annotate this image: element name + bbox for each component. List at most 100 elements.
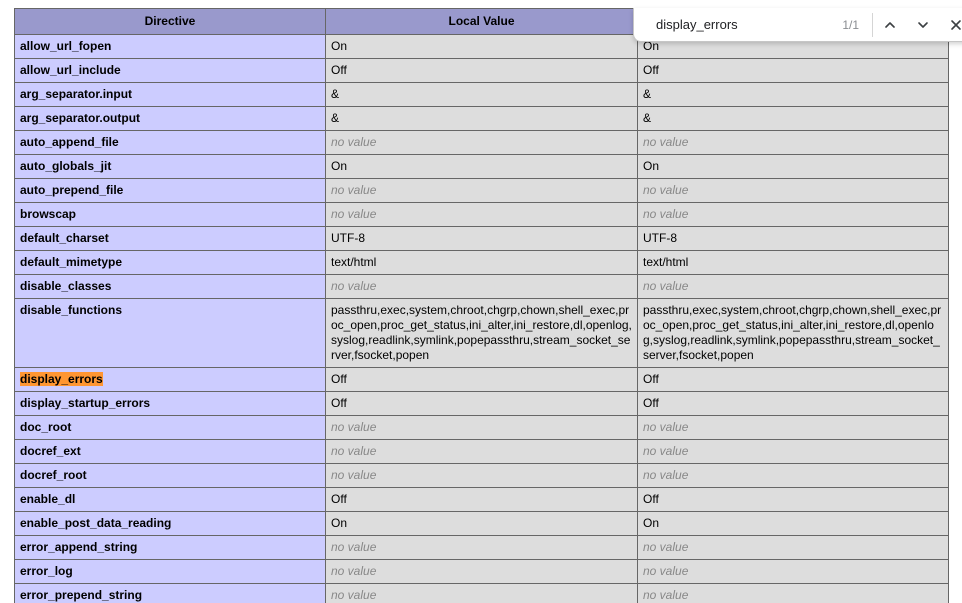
master-value-cell: passthru,exec,system,chroot,chgrp,chown,… (637, 298, 949, 368)
table-row: allow_url_include Off Off (14, 58, 949, 83)
directive-cell: doc_root (14, 415, 326, 440)
find-input[interactable]: display_errors (656, 17, 842, 32)
master-value-cell: Off (637, 58, 949, 83)
table-row: docref_ext no value no value (14, 439, 949, 464)
directive-cell: enable_post_data_reading (14, 511, 326, 536)
table-row: display_errors Off Off (14, 367, 949, 392)
local-value-cell: UTF-8 (325, 226, 638, 251)
directive-cell: error_append_string (14, 535, 326, 560)
master-value-cell: On (637, 511, 949, 536)
local-value-cell: passthru,exec,system,chroot,chgrp,chown,… (325, 298, 638, 368)
table-row: default_mimetype text/html text/html (14, 250, 949, 275)
master-value-cell: no value (637, 535, 949, 560)
column-header-local-value: Local Value (325, 8, 638, 35)
php-directives-table: Directive Local Value allow_url_fopen On O… (14, 8, 949, 603)
directive-cell: arg_separator.input (14, 82, 326, 107)
active-find-match: display_errors (20, 372, 103, 386)
directive-cell: error_prepend_string (14, 583, 326, 603)
local-value-cell: no value (325, 415, 638, 440)
directive-cell: allow_url_include (14, 58, 326, 83)
table-row: docref_root no value no value (14, 463, 949, 488)
find-previous-button[interactable] (873, 8, 906, 42)
find-close-button[interactable] (939, 8, 962, 42)
table-row: disable_functions passthru,exec,system,ch… (14, 298, 949, 368)
directive-cell: enable_dl (14, 487, 326, 512)
chevron-up-icon (883, 18, 897, 32)
directive-cell: allow_url_fopen (14, 34, 326, 59)
find-next-button[interactable] (906, 8, 939, 42)
local-value-cell: Off (325, 367, 638, 392)
table-row: default_charset UTF-8 UTF-8 (14, 226, 949, 251)
directive-cell: auto_globals_jit (14, 154, 326, 179)
table-row: auto_globals_jit On On (14, 154, 949, 179)
find-match-count: 1/1 (842, 17, 859, 32)
master-value-cell: On (637, 154, 949, 179)
table-row: auto_prepend_file no value no value (14, 178, 949, 203)
master-value-cell: no value (637, 559, 949, 584)
local-value-cell: no value (325, 274, 638, 299)
master-value-cell: UTF-8 (637, 226, 949, 251)
master-value-cell: no value (637, 439, 949, 464)
local-value-cell: no value (325, 535, 638, 560)
directive-cell: disable_functions (14, 298, 326, 368)
directive-cell: browscap (14, 202, 326, 227)
directive-cell: auto_prepend_file (14, 178, 326, 203)
master-value-cell: no value (637, 202, 949, 227)
master-value-cell: no value (637, 463, 949, 488)
directive-cell: disable_classes (14, 274, 326, 299)
directive-cell: default_mimetype (14, 250, 326, 275)
directive-cell: display_startup_errors (14, 391, 326, 416)
master-value-cell: Off (637, 367, 949, 392)
local-value-cell: no value (325, 439, 638, 464)
table-row: disable_classes no value no value (14, 274, 949, 299)
master-value-cell: text/html (637, 250, 949, 275)
table-row: arg_separator.input & & (14, 82, 949, 107)
local-value-cell: no value (325, 559, 638, 584)
local-value-cell: no value (325, 463, 638, 488)
directive-cell: error_log (14, 559, 326, 584)
directive-cell: auto_append_file (14, 130, 326, 155)
local-value-cell: On (325, 154, 638, 179)
master-value-cell: no value (637, 178, 949, 203)
local-value-cell: no value (325, 202, 638, 227)
local-value-cell: & (325, 82, 638, 107)
table-row: doc_root no value no value (14, 415, 949, 440)
close-icon (949, 18, 962, 32)
master-value-cell: no value (637, 274, 949, 299)
master-value-cell: & (637, 106, 949, 131)
local-value-cell: text/html (325, 250, 638, 275)
table-row: error_prepend_string no value no value (14, 583, 949, 603)
local-value-cell: Off (325, 58, 638, 83)
table-row: browscap no value no value (14, 202, 949, 227)
master-value-cell: Off (637, 487, 949, 512)
table-row: auto_append_file no value no value (14, 130, 949, 155)
directive-cell: docref_ext (14, 439, 326, 464)
directive-cell: default_charset (14, 226, 326, 251)
directive-cell: docref_root (14, 463, 326, 488)
local-value-cell: Off (325, 391, 638, 416)
table-body: allow_url_fopen On On allow_url_include Off O… (14, 34, 949, 603)
local-value-cell: On (325, 34, 638, 59)
master-value-cell: no value (637, 583, 949, 603)
master-value-cell: no value (637, 130, 949, 155)
chevron-down-icon (916, 18, 930, 32)
local-value-cell: & (325, 106, 638, 131)
master-value-cell: Off (637, 391, 949, 416)
table-row: error_append_string no value no value (14, 535, 949, 560)
phpinfo-page: Directive Local Value allow_url_fopen On O… (0, 8, 962, 603)
column-header-directive: Directive (14, 8, 326, 35)
table-row: enable_post_data_reading On On (14, 511, 949, 536)
find-in-page-bar: display_errors 1/1 (633, 8, 962, 42)
local-value-cell: On (325, 511, 638, 536)
table-row: arg_separator.output & & (14, 106, 949, 131)
local-value-cell: Off (325, 487, 638, 512)
table-row: display_startup_errors Off Off (14, 391, 949, 416)
master-value-cell: no value (637, 415, 949, 440)
local-value-cell: no value (325, 583, 638, 603)
master-value-cell: & (637, 82, 949, 107)
directive-cell: arg_separator.output (14, 106, 326, 131)
local-value-cell: no value (325, 178, 638, 203)
directive-cell: display_errors (14, 367, 326, 392)
table-row: error_log no value no value (14, 559, 949, 584)
local-value-cell: no value (325, 130, 638, 155)
